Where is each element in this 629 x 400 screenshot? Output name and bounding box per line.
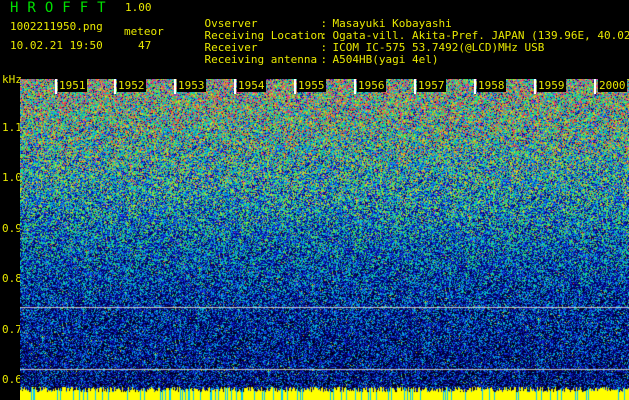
- info-row-antenna: Receiving antenna: A504HB(yagi 4el): [178, 40, 439, 79]
- minute-marker: [55, 79, 57, 94]
- info-label: Receiving antenna: [204, 53, 318, 66]
- y-tick-label: 0.8: [2, 272, 22, 285]
- minute-label: 1951: [58, 79, 87, 92]
- minute-label: 1959: [537, 79, 566, 92]
- minute-label: 2000: [598, 79, 627, 92]
- minute-marker: [294, 79, 296, 94]
- minute-marker: [414, 79, 416, 94]
- minute-marker: [474, 79, 476, 94]
- app-title: HROFFT: [10, 0, 115, 16]
- spectrogram: [20, 79, 629, 400]
- minute-label: 1954: [237, 79, 266, 92]
- minute-label: 1956: [357, 79, 386, 92]
- info-separator: :: [320, 53, 328, 66]
- capture-filename: 1002211950.png: [10, 20, 103, 33]
- app-version: 1.00: [125, 1, 152, 14]
- y-tick-label: 0.9: [2, 222, 22, 235]
- info-value: A504HB(yagi 4el): [332, 53, 439, 66]
- frequency-unit-label: kHz: [2, 73, 22, 86]
- y-tick-label: 0.7: [2, 323, 22, 336]
- minute-marker: [354, 79, 356, 94]
- y-tick-label: 1.0: [2, 171, 22, 184]
- minute-label: 1955: [297, 79, 326, 92]
- minute-label: 1952: [117, 79, 146, 92]
- minute-marker: [174, 79, 176, 94]
- meteor-count-label: meteor: [124, 25, 164, 38]
- minute-label: 1953: [177, 79, 206, 92]
- minute-marker: [594, 79, 596, 94]
- minute-label: 1958: [477, 79, 506, 92]
- meteor-count-value: 47: [138, 39, 152, 52]
- minute-marker: [114, 79, 116, 94]
- hrofft-window: HROFFT 1.00 1002211950.png 10.02.21 19:5…: [0, 0, 629, 400]
- minute-marker: [234, 79, 236, 94]
- minute-label: 1957: [417, 79, 446, 92]
- y-tick-label: 1.1: [2, 121, 22, 134]
- capture-datetime: 10.02.21 19:50: [10, 39, 103, 52]
- minute-marker: [534, 79, 536, 94]
- y-tick-label: 0.6: [2, 373, 22, 386]
